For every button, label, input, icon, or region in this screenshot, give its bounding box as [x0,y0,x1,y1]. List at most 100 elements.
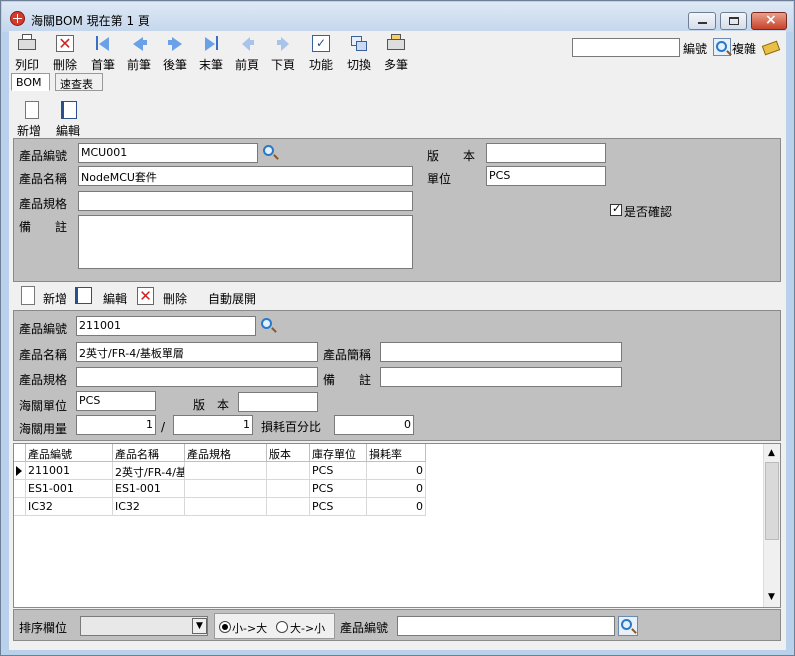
cell[interactable]: 2英寸/FR-4/基 [113,462,185,480]
search-button[interactable] [713,38,731,56]
detail-note-input[interactable] [380,367,622,387]
detail-short-label: 產品簡稱 [323,348,372,362]
auto-expand-button[interactable]: 自動展開 [208,290,256,307]
detail-name-input[interactable]: 2英寸/FR-4/基板單層 [76,342,318,362]
confirm-checkbox[interactable]: ✓ [610,202,622,216]
cell[interactable] [185,498,267,516]
cell[interactable] [185,480,267,498]
master-spec-input[interactable] [78,191,413,211]
master-name-label: 產品名稱 [19,172,68,186]
delete-icon: ✕ [137,287,154,305]
code-label: 編號 [683,42,708,56]
col-product-code[interactable]: 產品編號 [26,444,113,462]
detail-grid[interactable]: 產品編號 產品名稱 產品規格 版本 庫存單位 損耗率 211001 2英寸/FR… [13,443,781,608]
row-pointer-icon [16,466,22,476]
header-add-button[interactable]: 新增 [15,101,45,138]
next-page-button[interactable]: 下頁 [265,34,301,74]
close-button[interactable]: × [751,12,787,30]
sort-field-select[interactable] [80,616,208,636]
col-product-spec[interactable]: 產品規格 [185,444,267,462]
detail-short-input[interactable] [380,342,622,362]
master-version-input[interactable] [486,143,606,163]
function-button[interactable]: ✓ 功能 [303,34,339,74]
checklist-icon: ✓ [312,35,330,52]
detail-code-input[interactable]: 211001 [76,316,256,336]
prev-page-button[interactable]: 前頁 [229,34,265,74]
dropdown-arrow-icon[interactable]: ▼ [192,618,207,634]
loss-label: 損耗百分比 [261,420,322,434]
customs-unit-input[interactable]: PCS [76,391,156,411]
loss-input[interactable]: 0 [334,415,414,435]
cell[interactable]: 0 [367,498,426,516]
cell[interactable]: IC32 [113,498,185,516]
asc-radio[interactable] [219,621,231,633]
multi-record-button[interactable]: 多筆 [378,34,414,74]
master-unit-input[interactable]: PCS [486,166,606,186]
print-button[interactable]: 列印 [9,34,45,74]
footer-code-input[interactable] [397,616,615,636]
col-stock-unit[interactable]: 庫存單位 [310,444,367,462]
master-code-lookup-icon[interactable] [263,145,274,156]
cell[interactable]: PCS [310,480,367,498]
header-edit-button[interactable]: 編輯 [53,101,85,138]
cell[interactable]: PCS [310,462,367,480]
table-row[interactable]: IC32 IC32 PCS 0 [14,498,426,516]
footer-search-button[interactable] [618,616,638,636]
detail-version-input[interactable] [238,392,318,412]
detail-add-button[interactable]: 新增 [21,286,81,308]
detail-spec-input[interactable] [76,367,318,387]
prev-page-icon [238,35,256,52]
advanced-search-button[interactable] [761,35,781,56]
cell[interactable]: 211001 [26,462,113,480]
grid-scrollbar[interactable]: ▲ ▼ [763,444,780,607]
customs-qty-denominator[interactable]: 1 [173,415,253,435]
master-spec-label: 產品規格 [19,197,68,211]
tab-bom[interactable]: BOM [11,73,50,91]
scroll-thumb[interactable] [765,462,779,540]
detail-code-lookup-icon[interactable] [261,318,272,329]
detail-edit-button[interactable]: 編輯 [75,286,135,308]
footer-bar: 排序欄位 ▼ 小->大 大->小 產品編號 [13,609,781,641]
cell[interactable]: ES1-001 [26,480,113,498]
desc-radio[interactable] [276,621,288,633]
cell[interactable]: IC32 [26,498,113,516]
scroll-down-icon[interactable]: ▼ [768,592,775,602]
table-row[interactable]: ES1-001 ES1-001 PCS 0 [14,480,426,498]
search-input[interactable] [572,38,680,57]
first-record-button[interactable]: 首筆 [85,34,121,74]
cell[interactable]: 0 [367,480,426,498]
cell[interactable]: 0 [367,462,426,480]
tab-quick-lookup[interactable]: 速查表 [55,73,103,91]
search-icon [621,619,632,630]
cell[interactable] [267,480,310,498]
col-loss-rate[interactable]: 損耗率 [367,444,426,462]
cell[interactable] [185,462,267,480]
next-record-button[interactable]: 後筆 [157,34,193,74]
prev-icon [130,35,148,52]
cell[interactable] [267,498,310,516]
maximize-button[interactable] [720,12,747,30]
last-record-button[interactable]: 末筆 [193,34,229,74]
cell[interactable] [267,462,310,480]
master-code-input[interactable]: MCU001 [78,143,258,163]
cell[interactable]: ES1-001 [113,480,185,498]
delete-button[interactable]: ✕ 刪除 [47,34,83,74]
master-code-label: 產品編號 [19,149,68,163]
switch-button[interactable]: 切換 [341,34,377,74]
col-product-name[interactable]: 產品名稱 [113,444,185,462]
table-row[interactable]: 211001 2英寸/FR-4/基 PCS 0 [14,462,426,480]
cell[interactable]: PCS [310,498,367,516]
col-version[interactable]: 版本 [267,444,310,462]
detail-delete-button[interactable]: ✕ 刪除 [137,286,197,308]
customs-qty-numerator[interactable]: 1 [76,415,156,435]
grid-header: 產品編號 產品名稱 產品規格 版本 庫存單位 損耗率 [14,444,426,462]
master-note-input[interactable] [78,215,413,269]
printer-stack-icon [387,34,405,50]
client-area: 列印 ✕ 刪除 首筆 前筆 後筆 末筆 前頁 下頁 ✓ 功能 切換 多筆 編號 … [9,31,786,650]
prev-record-button[interactable]: 前筆 [121,34,157,74]
detail-code-label: 產品編號 [19,322,68,336]
minimize-button[interactable] [688,12,716,30]
scroll-up-icon[interactable]: ▲ [768,448,775,458]
asc-label: 小->大 [232,622,268,635]
master-name-input[interactable]: NodeMCU套件 [78,166,413,186]
